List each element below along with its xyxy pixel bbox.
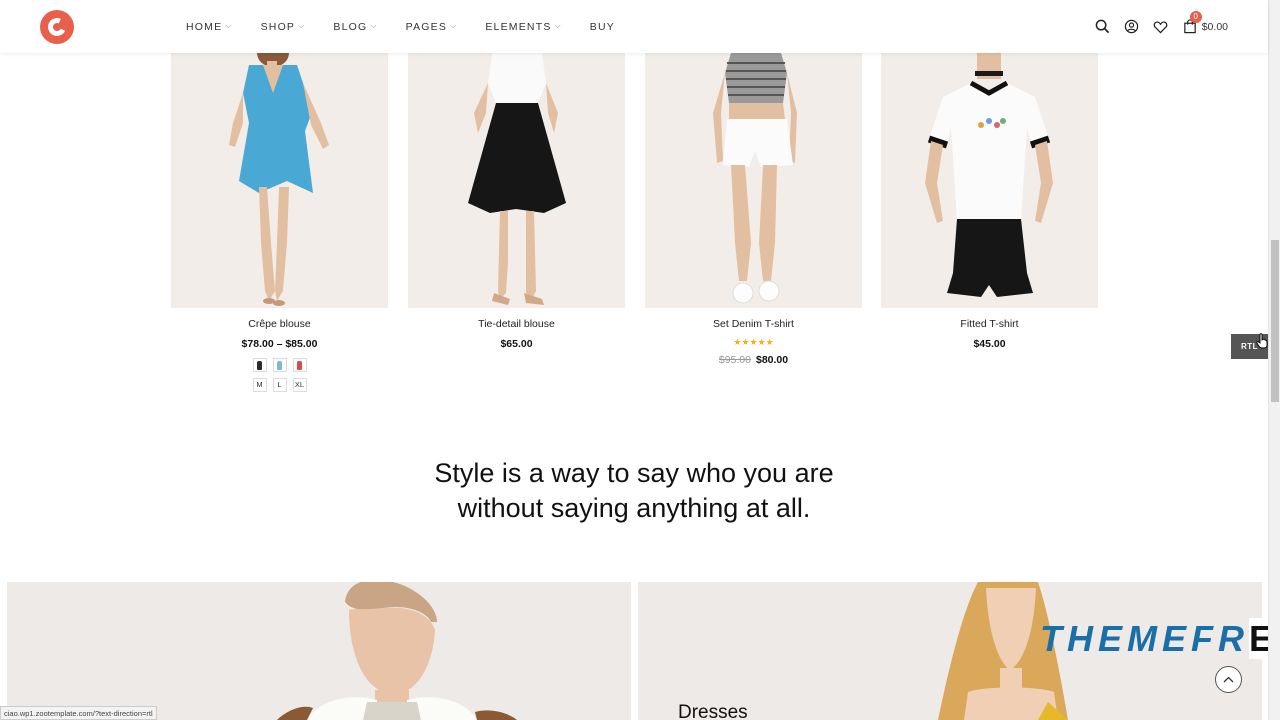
chevron-down-icon: ⌵ (450, 20, 458, 30)
product-card[interactable]: Set Denim T-shirt ★★★★★ $95.00 $80.00 (645, 53, 862, 366)
color-swatch[interactable] (252, 358, 267, 372)
cart-button[interactable]: 0 $0.00 (1182, 10, 1228, 35)
banner-men[interactable] (7, 582, 631, 720)
product-image[interactable] (171, 53, 388, 308)
watermark-text: THEMEFR (1040, 618, 1249, 659)
product-name[interactable]: Crêpe blouse (171, 318, 388, 330)
product-name[interactable]: Tie-detail blouse (408, 318, 625, 330)
cart-total: $0.00 (1201, 20, 1228, 33)
nav-label: PAGES (405, 20, 448, 33)
site-logo[interactable] (40, 10, 74, 44)
nav-item-home[interactable]: HOME ⌵ (186, 21, 233, 33)
product-card[interactable]: Tie-detail blouse $65.00 (408, 53, 625, 350)
product-name[interactable]: Fitted T-shirt (881, 318, 1098, 330)
nav-label: SHOP (260, 20, 296, 33)
nav-label: BUY (589, 20, 615, 33)
product-name[interactable]: Set Denim T-shirt (645, 318, 862, 330)
scrollbar-thumb[interactable] (1271, 240, 1279, 402)
banner-image (7, 582, 631, 720)
product-price: $78.00 – $85.00 (241, 338, 318, 350)
cart-count-badge: 0 (1189, 10, 1202, 23)
size-option[interactable]: XL (292, 378, 307, 392)
search-icon[interactable] (1095, 19, 1111, 35)
sale-price: $80.00 (756, 354, 789, 366)
rating-stars: ★★★★★ (733, 337, 774, 347)
banner-title: Dresses (678, 702, 748, 720)
color-swatch[interactable] (272, 358, 287, 372)
chevron-down-icon: ⌵ (370, 20, 378, 30)
product-card[interactable]: Fitted T-shirt $45.00 (881, 53, 1098, 350)
site-header: HOME ⌵ SHOP ⌵ BLOG ⌵ PAGES ⌵ ELEMENTS ⌵ BUY 0 (0, 0, 1268, 53)
page: HOME ⌵ SHOP ⌵ BLOG ⌵ PAGES ⌵ ELEMENTS ⌵ BUY 0 (0, 0, 1280, 720)
quote-line-2: without saying anything at all. (457, 493, 811, 523)
hand-cursor-icon (1256, 333, 1268, 349)
chevron-down-icon: ⌵ (554, 20, 562, 30)
color-swatch[interactable] (292, 358, 307, 372)
back-to-top-button[interactable] (1215, 666, 1242, 693)
nav-label: HOME (186, 20, 223, 33)
themefree-watermark: THEMEFRE (1040, 618, 1279, 660)
nav-label: BLOG (333, 20, 368, 33)
nav-item-buy[interactable]: BUY (590, 21, 615, 33)
page-scrollbar[interactable] (1268, 0, 1280, 720)
quote-heading: Style is a way to say who you are withou… (0, 456, 1268, 526)
product-price: $45.00 (973, 338, 1006, 350)
product-image[interactable] (881, 53, 1098, 308)
status-bar-url: ciao.wp1.zootemplate.com/?text-direction… (0, 706, 157, 720)
product-card[interactable]: Crêpe blouse $78.00 – $85.00 M L XL (171, 53, 388, 392)
product-image[interactable] (408, 53, 625, 308)
nav-label: ELEMENTS (485, 20, 552, 33)
header-actions: 0 $0.00 (1095, 0, 1228, 53)
product-price: $65.00 (500, 338, 533, 350)
chevron-down-icon: ⌵ (225, 20, 233, 30)
quote-highlight: who you are (686, 456, 834, 491)
quote-line-1: Style is a way to say who you are (0, 456, 1268, 491)
color-swatches (171, 358, 388, 372)
quote-text: Style is a way to say (434, 458, 687, 488)
size-option[interactable]: L (272, 378, 287, 392)
chevron-up-icon (1223, 676, 1234, 683)
nav-item-blog[interactable]: BLOG ⌵ (333, 21, 377, 33)
product-price: $95.00 $80.00 (645, 354, 862, 366)
main-nav: HOME ⌵ SHOP ⌵ BLOG ⌵ PAGES ⌵ ELEMENTS ⌵ BUY (186, 0, 643, 53)
chevron-down-icon: ⌵ (298, 20, 306, 30)
size-options: M L XL (171, 378, 388, 392)
nav-item-elements[interactable]: ELEMENTS ⌵ (485, 21, 561, 33)
product-image[interactable] (645, 53, 862, 308)
old-price: $95.00 (718, 354, 751, 366)
heart-icon[interactable] (1153, 19, 1169, 35)
nav-item-shop[interactable]: SHOP ⌵ (261, 21, 306, 33)
size-option[interactable]: M (252, 378, 267, 392)
nav-item-pages[interactable]: PAGES ⌵ (406, 21, 458, 33)
user-icon[interactable] (1124, 19, 1140, 35)
